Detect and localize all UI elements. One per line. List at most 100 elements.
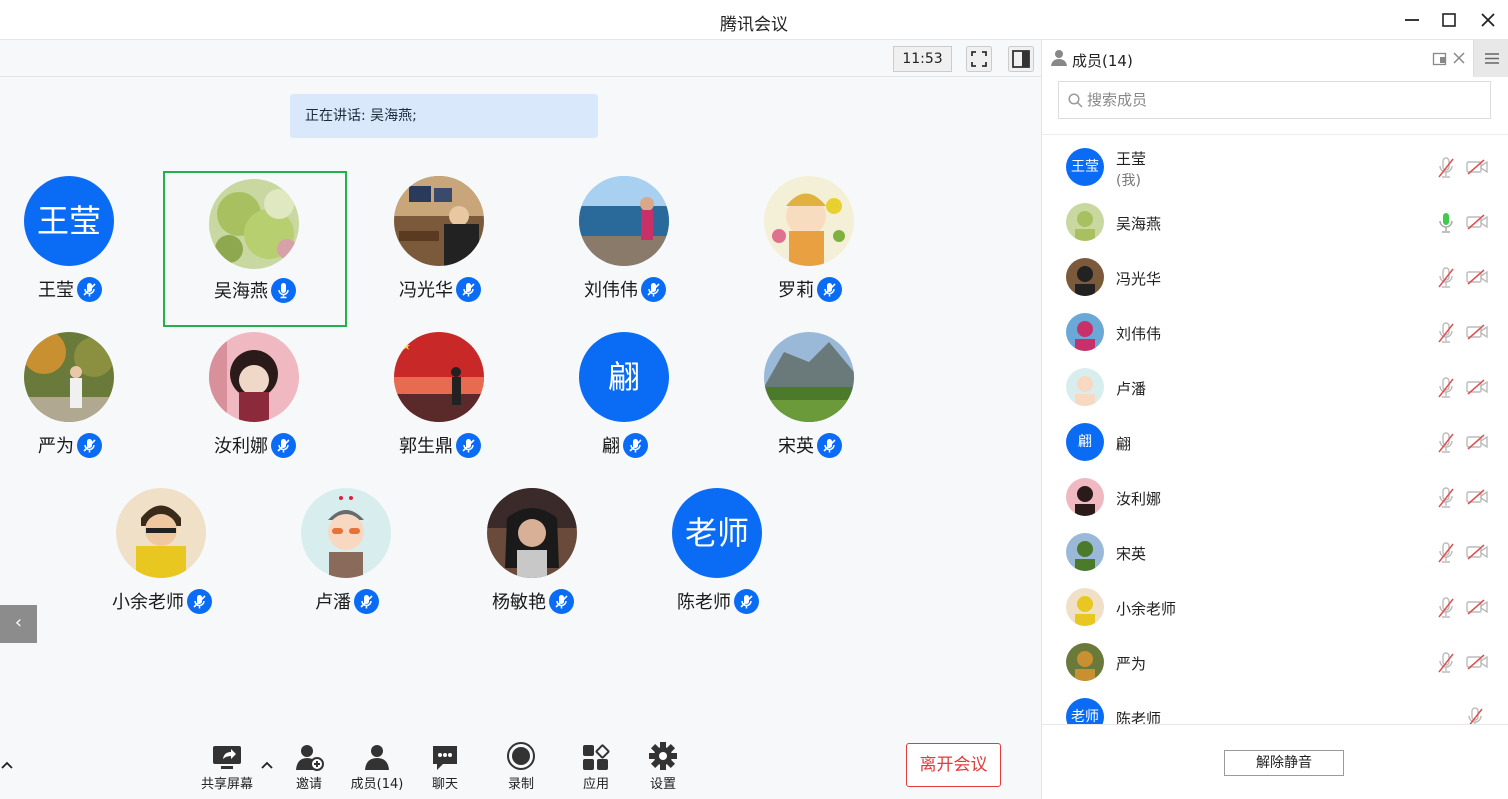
- mic-muted-icon: [187, 588, 212, 614]
- camera-off-icon[interactable]: [1466, 159, 1488, 175]
- panel-menu-button[interactable]: [1473, 40, 1508, 77]
- camera-off-icon[interactable]: [1466, 214, 1488, 230]
- title-bar: 腾讯会议: [0, 0, 1508, 40]
- record-label: 录制: [507, 777, 534, 792]
- camera-off-icon[interactable]: [1466, 489, 1488, 505]
- member-row[interactable]: 小余老师: [1042, 580, 1508, 635]
- participant-name: 吴海燕: [214, 281, 268, 302]
- participant-tile[interactable]: 王莹 王莹: [0, 170, 162, 326]
- participant-tile[interactable]: 冯光华: [348, 170, 532, 326]
- member-row[interactable]: 翩翩: [1042, 415, 1508, 470]
- member-search-input[interactable]: [1087, 88, 1477, 112]
- close-panel-icon[interactable]: [1452, 51, 1466, 65]
- member-name: 严为: [1116, 655, 1147, 673]
- chevron-up-icon[interactable]: [0, 758, 14, 772]
- video-area: 11:53 正在讲话: 吴海燕; 王莹 王莹 吴海燕 冯光华 刘伟伟 罗莉 严为…: [0, 40, 1041, 799]
- add-user-icon: [296, 745, 324, 771]
- avatar: [579, 176, 669, 266]
- mic-muted-icon: [641, 276, 666, 302]
- avatar: 翩: [1066, 423, 1104, 461]
- members-button[interactable]: 成员(14): [342, 742, 412, 794]
- avatar: [1066, 258, 1104, 296]
- camera-off-icon[interactable]: [1466, 654, 1488, 670]
- participant-tile[interactable]: 杨敏艳: [441, 482, 625, 638]
- participant-name: 冯光华: [399, 280, 453, 301]
- mic-muted-icon[interactable]: [1437, 377, 1455, 399]
- member-row[interactable]: 王莹 王莹 (我): [1042, 140, 1508, 195]
- avatar: [1066, 588, 1104, 626]
- mic-muted-icon[interactable]: [1437, 597, 1455, 619]
- mic-on-icon[interactable]: [1437, 212, 1455, 234]
- participant-tile[interactable]: 老师 陈老师: [626, 482, 810, 638]
- participant-tile[interactable]: 汝利娜: [163, 326, 347, 482]
- member-row[interactable]: 卢潘: [1042, 360, 1508, 415]
- camera-off-icon[interactable]: [1466, 379, 1488, 395]
- pop-out-icon[interactable]: [1432, 51, 1448, 67]
- mic-muted-icon[interactable]: [1437, 487, 1455, 509]
- fullscreen-icon[interactable]: [966, 45, 992, 73]
- participant-tile[interactable]: 小余老师: [70, 482, 254, 638]
- member-search-box[interactable]: [1058, 81, 1491, 119]
- menu-icon: [1485, 53, 1499, 64]
- members-icon: [365, 745, 389, 770]
- mic-muted-icon[interactable]: [1437, 157, 1455, 179]
- maximize-icon[interactable]: [1439, 10, 1459, 30]
- divider: [1042, 134, 1508, 135]
- settings-button[interactable]: 设置: [628, 742, 698, 794]
- member-row[interactable]: 刘伟伟: [1042, 305, 1508, 360]
- close-icon[interactable]: [1478, 10, 1498, 30]
- member-row[interactable]: 严为: [1042, 635, 1508, 690]
- avatar: [764, 332, 854, 422]
- chat-icon: [433, 746, 457, 770]
- mic-muted-icon[interactable]: [1437, 542, 1455, 564]
- participant-tile-active[interactable]: 吴海燕: [163, 171, 347, 327]
- mic-muted-icon[interactable]: [1437, 432, 1455, 454]
- avatar: [1066, 368, 1104, 406]
- minimize-icon[interactable]: [1402, 10, 1422, 30]
- member-row[interactable]: 吴海燕: [1042, 195, 1508, 250]
- camera-off-icon[interactable]: [1466, 324, 1488, 340]
- member-row[interactable]: 宋英: [1042, 525, 1508, 580]
- participant-tile[interactable]: 郭生鼎: [348, 326, 532, 482]
- share-screen-button[interactable]: 共享屏幕: [192, 742, 262, 794]
- camera-off-icon[interactable]: [1466, 544, 1488, 560]
- participant-name: 宋英: [778, 436, 814, 457]
- previous-page-button[interactable]: ‹: [0, 605, 37, 643]
- participant-tile[interactable]: 翩 翩: [533, 326, 717, 482]
- member-row[interactable]: 冯光华: [1042, 250, 1508, 305]
- mic-muted-icon[interactable]: [1437, 652, 1455, 674]
- members-label: 成员(14): [350, 777, 404, 792]
- mic-muted-icon: [271, 432, 296, 458]
- participant-tile[interactable]: 卢潘: [255, 482, 439, 638]
- participant-tile[interactable]: 宋英: [718, 326, 902, 482]
- avatar: [1066, 313, 1104, 351]
- mic-on-icon: [271, 277, 296, 303]
- record-icon: [507, 742, 535, 770]
- leave-meeting-button[interactable]: 离开会议: [906, 743, 1001, 787]
- participant-tile[interactable]: 严为: [0, 326, 162, 482]
- window-title: 腾讯会议: [720, 15, 788, 35]
- record-button[interactable]: 录制: [486, 742, 556, 794]
- invite-button[interactable]: 邀请: [274, 742, 344, 794]
- mic-muted-icon[interactable]: [1437, 267, 1455, 289]
- mic-muted-icon: [734, 588, 759, 614]
- participant-tile[interactable]: 刘伟伟: [533, 170, 717, 326]
- share-options-chevron-icon[interactable]: [260, 758, 274, 772]
- camera-off-icon[interactable]: [1466, 434, 1488, 450]
- member-name: 小余老师: [1116, 600, 1177, 618]
- chat-label: 聊天: [431, 777, 458, 792]
- mic-muted-icon: [456, 276, 481, 302]
- member-row[interactable]: 汝利娜: [1042, 470, 1508, 525]
- member-name: 刘伟伟: [1116, 325, 1162, 343]
- share-screen-label: 共享屏幕: [200, 777, 253, 792]
- camera-off-icon[interactable]: [1466, 599, 1488, 615]
- camera-off-icon[interactable]: [1466, 269, 1488, 285]
- apps-button[interactable]: 应用: [561, 742, 631, 794]
- participant-name: 严为: [38, 436, 74, 457]
- mic-muted-icon: [456, 432, 481, 458]
- participant-tile[interactable]: 罗莉: [718, 170, 902, 326]
- unmute-all-button[interactable]: 解除静音: [1224, 750, 1344, 776]
- chat-button[interactable]: 聊天: [410, 742, 480, 794]
- mic-muted-icon[interactable]: [1437, 322, 1455, 344]
- side-panel-toggle-icon[interactable]: [1008, 45, 1034, 73]
